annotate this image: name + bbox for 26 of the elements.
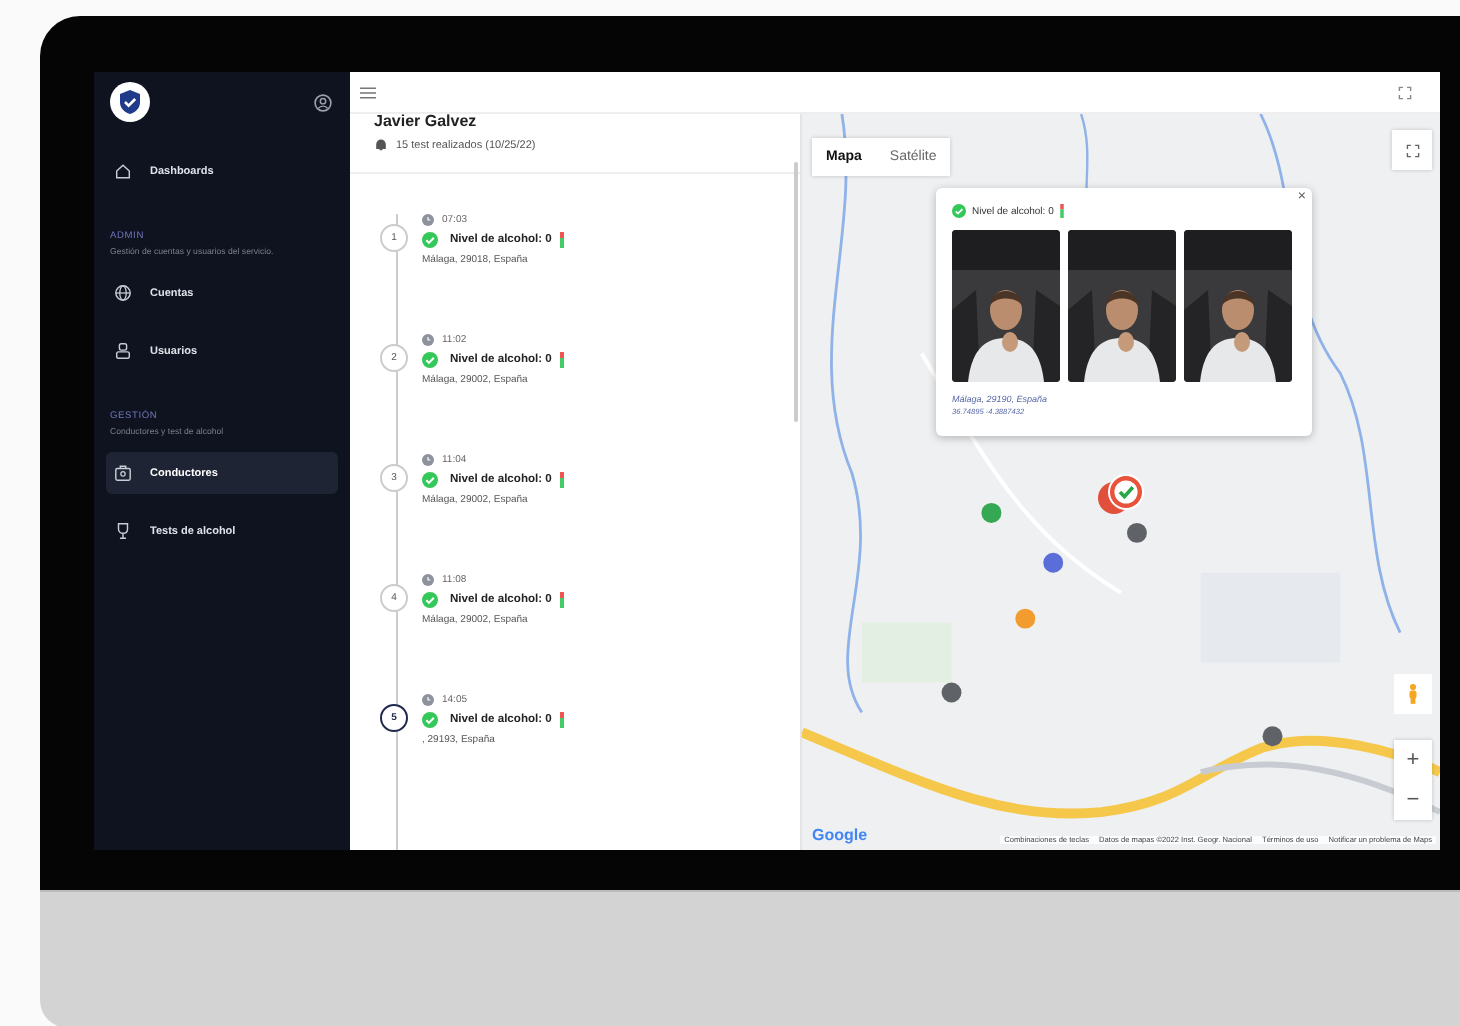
clock-icon [422, 574, 434, 586]
fullscreen-icon[interactable] [1398, 85, 1412, 99]
check-icon [422, 592, 438, 608]
menu-icon[interactable] [360, 85, 376, 99]
level-meter-icon [559, 712, 564, 728]
level-meter-icon [559, 592, 564, 608]
id-card-icon [114, 464, 132, 482]
shield-logo-icon [110, 82, 150, 122]
check-icon [422, 352, 438, 368]
level-meter-icon [559, 472, 564, 488]
user-icon[interactable] [314, 93, 332, 111]
clock-icon [422, 214, 434, 226]
goblet-icon [114, 522, 132, 540]
clock-icon [422, 694, 434, 706]
level-meter-icon [559, 232, 564, 248]
clock-icon [422, 454, 434, 466]
home-icon [114, 162, 132, 180]
check-icon [422, 232, 438, 248]
clock-icon [422, 334, 434, 346]
globe-icon [114, 284, 132, 302]
check-icon [422, 472, 438, 488]
bell-icon [374, 138, 388, 152]
driver-name: Javier Galvez [374, 114, 479, 130]
check-icon [422, 712, 438, 728]
level-meter-icon [559, 352, 564, 368]
users-icon [114, 342, 132, 360]
